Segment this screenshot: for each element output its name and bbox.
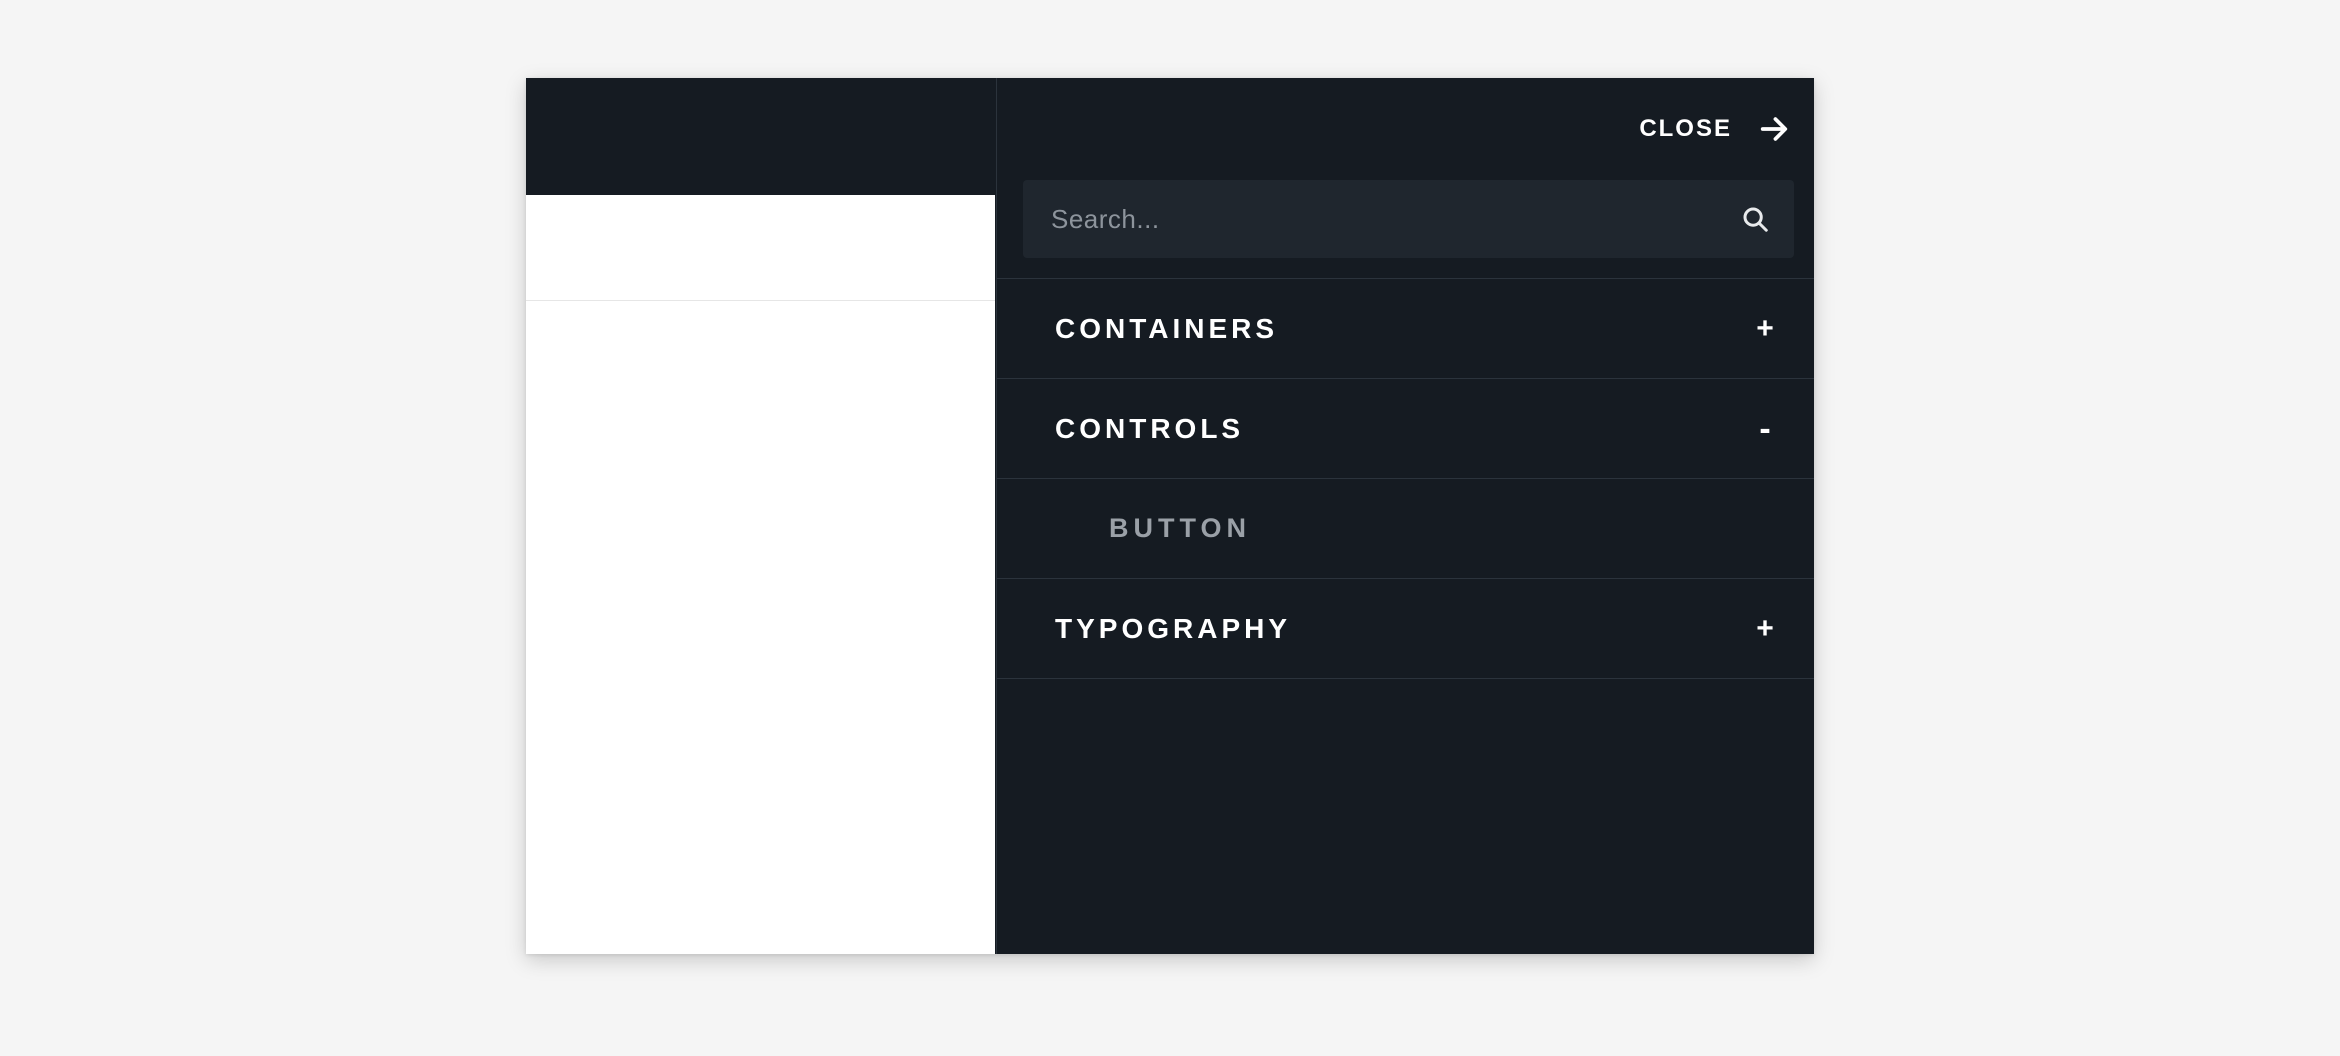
plus-icon[interactable]: +	[1748, 312, 1782, 346]
preview-canvas[interactable]	[526, 301, 995, 954]
component-item-button[interactable]: BUTTON	[997, 479, 1814, 579]
close-button[interactable]: CLOSE	[1639, 115, 1732, 143]
category-typography[interactable]: TYPOGRAPHY +	[997, 579, 1814, 679]
preview-slot	[526, 195, 995, 301]
plus-icon[interactable]: +	[1748, 612, 1782, 646]
catalog-panel: CLOSE	[996, 78, 1814, 954]
preview-header	[526, 78, 995, 195]
component-item-label: BUTTON	[1109, 513, 1251, 544]
minus-icon[interactable]: -	[1748, 419, 1782, 439]
category-containers[interactable]: CONTAINERS +	[997, 279, 1814, 379]
preview-column	[526, 78, 996, 954]
search-input[interactable]	[1051, 204, 1722, 235]
close-bar: CLOSE	[997, 78, 1814, 180]
category-label: CONTROLS	[1055, 413, 1244, 445]
search-icon[interactable]	[1738, 202, 1772, 236]
category-list: CONTAINERS + CONTROLS - BUTTON TYPOGRAPH…	[997, 278, 1814, 679]
search-field[interactable]	[1023, 180, 1794, 258]
arrow-right-icon[interactable]	[1754, 109, 1794, 149]
category-label: CONTAINERS	[1055, 313, 1278, 345]
category-controls[interactable]: CONTROLS -	[997, 379, 1814, 479]
component-browser-window: CLOSE	[526, 78, 1814, 954]
category-label: TYPOGRAPHY	[1055, 613, 1291, 645]
